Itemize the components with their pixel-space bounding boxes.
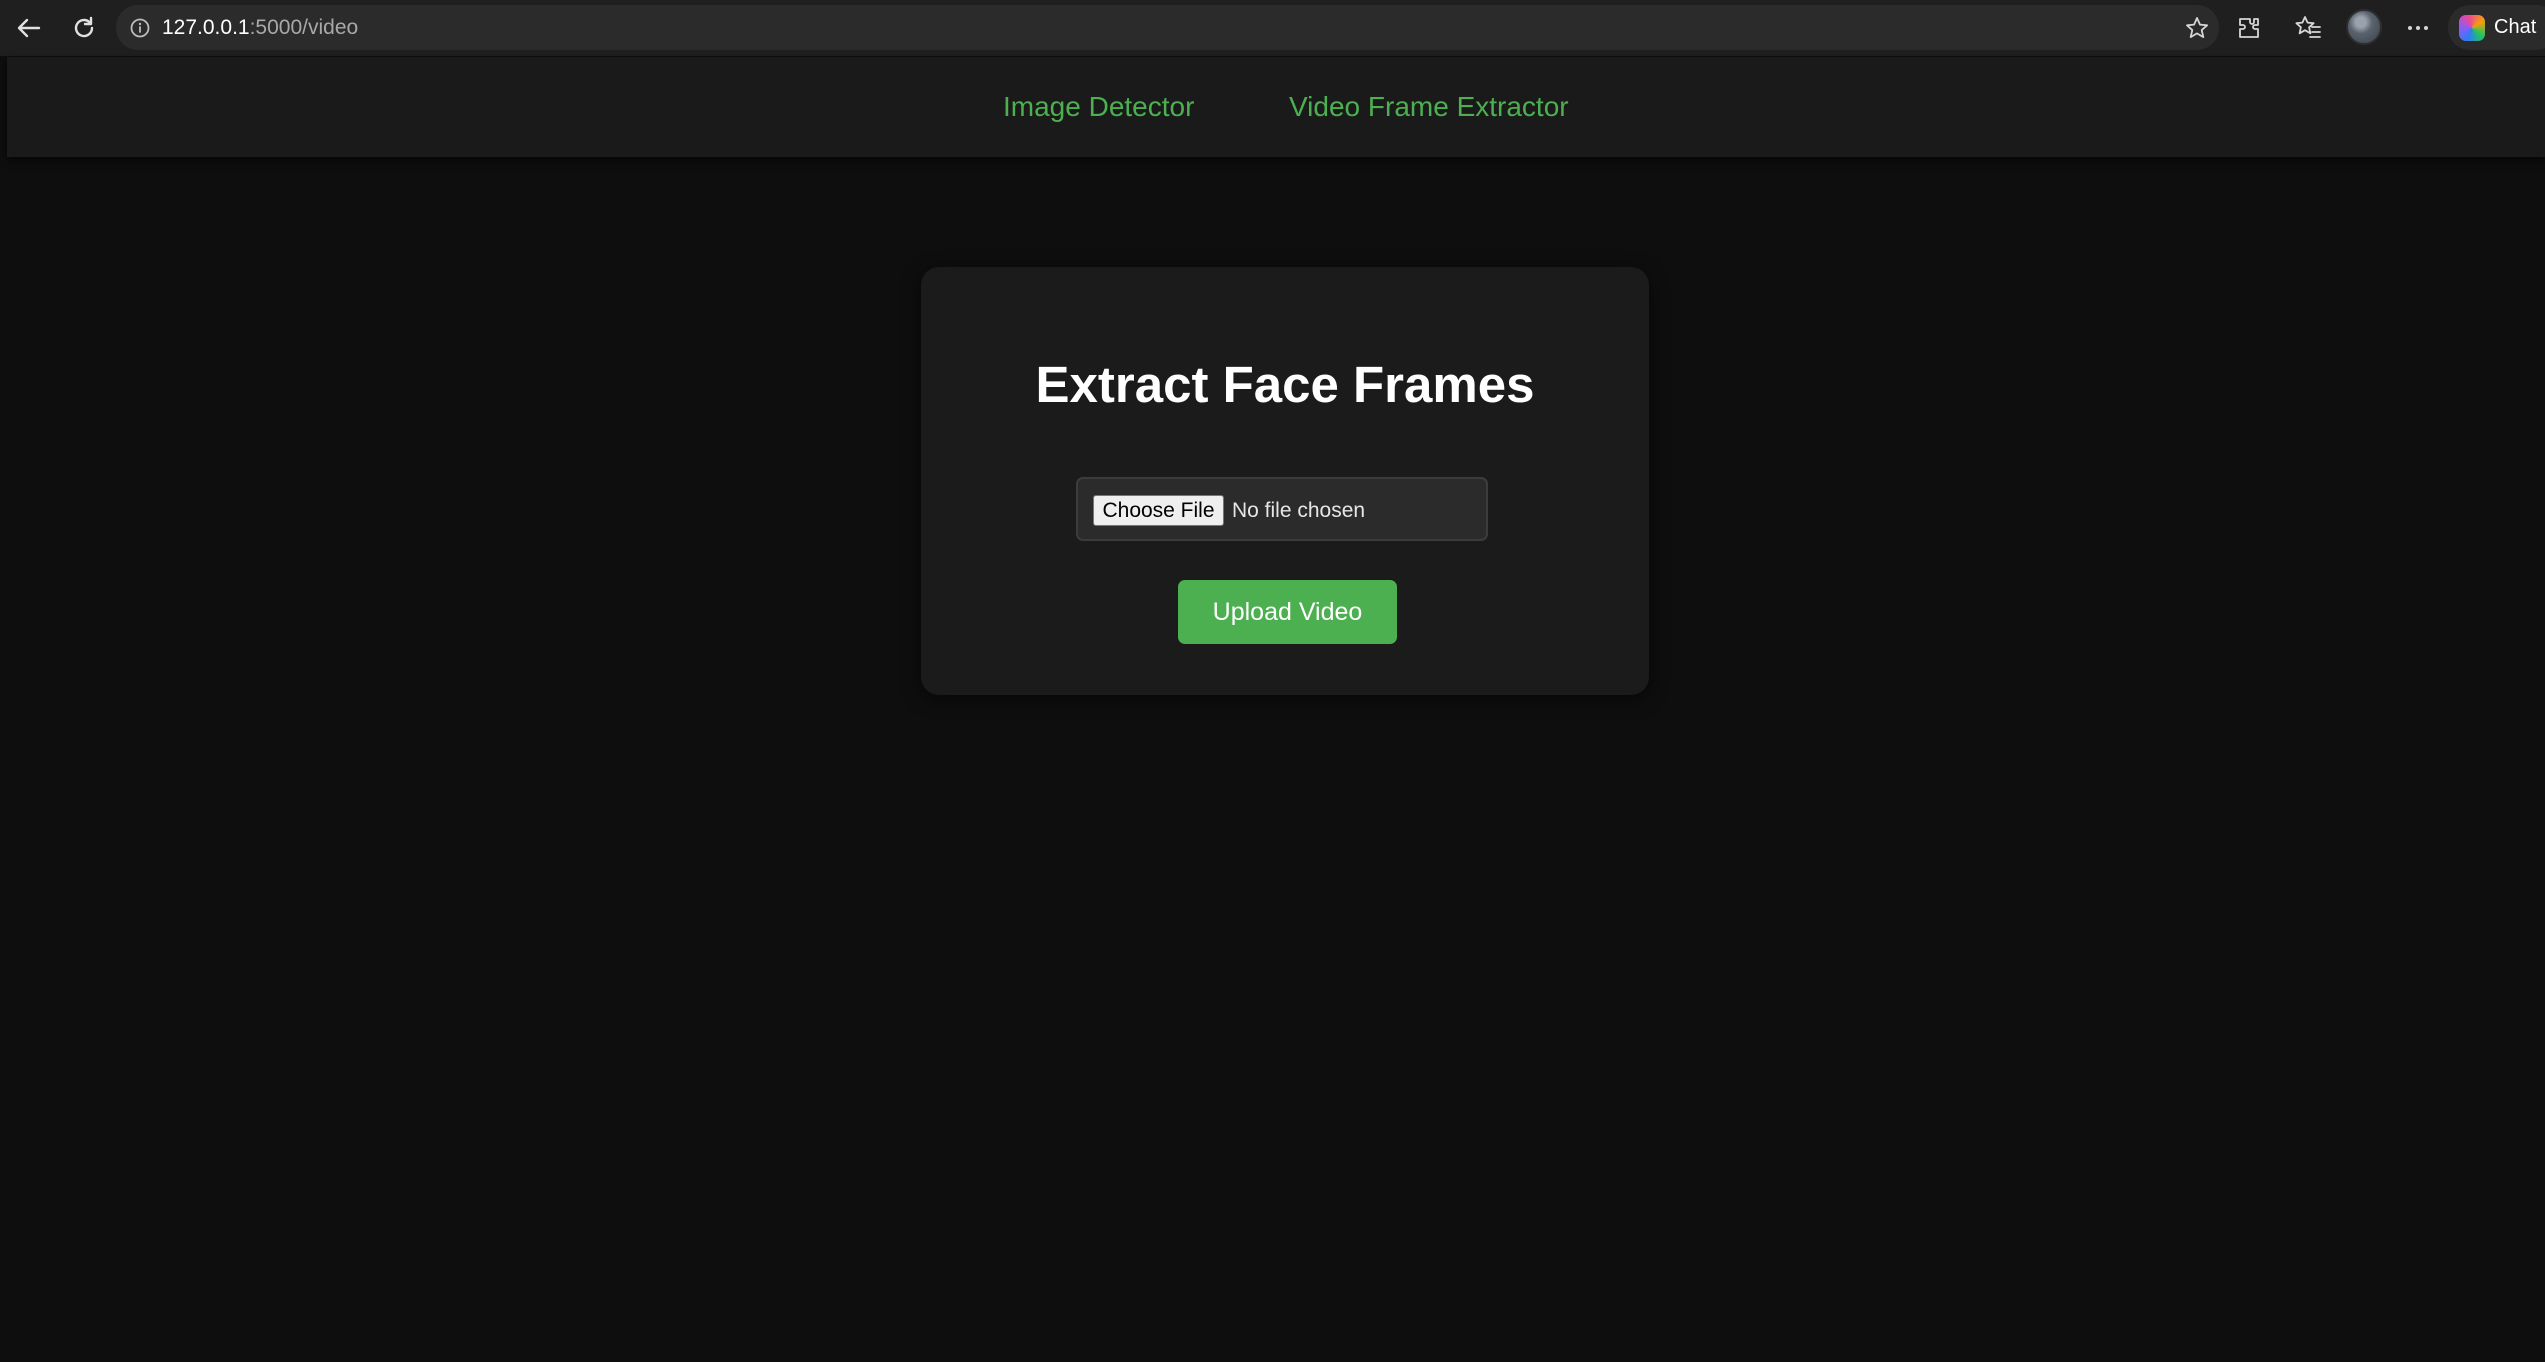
address-bar[interactable]: 127.0.0.1:5000/video: [116, 5, 2219, 50]
choose-file-button[interactable]: Choose File: [1093, 495, 1224, 526]
page-viewport: Image Detector Video Frame Extractor Ext…: [7, 57, 2545, 1362]
copilot-icon: [2459, 15, 2485, 41]
url-text[interactable]: 127.0.0.1:5000/video: [162, 5, 358, 50]
copilot-label: Chat: [2494, 16, 2537, 38]
star-icon: [2186, 17, 2208, 38]
video-file-input[interactable]: Choose File No file chosen: [1076, 477, 1488, 541]
favorite-button[interactable]: [2183, 14, 2211, 42]
nav-link-video-frame-extractor[interactable]: Video Frame Extractor: [1289, 57, 1569, 157]
more-icon: [2408, 26, 2428, 30]
favorites-icon: [2295, 16, 2321, 38]
refresh-icon: [74, 16, 94, 38]
copilot-chat-button[interactable]: Chat: [2448, 5, 2545, 50]
nav-link-image-detector[interactable]: Image Detector: [1003, 57, 1194, 157]
info-icon: [130, 18, 150, 38]
upload-card: Extract Face Frames Choose File No file …: [921, 267, 1649, 695]
extensions-button[interactable]: [2231, 10, 2267, 46]
profile-avatar[interactable]: [2346, 9, 2382, 45]
upload-video-button[interactable]: Upload Video: [1178, 580, 1397, 644]
site-navbar: Image Detector Video Frame Extractor: [7, 57, 2545, 157]
refresh-button[interactable]: [66, 10, 102, 46]
url-path: :5000/video: [249, 16, 359, 39]
back-button[interactable]: [11, 10, 47, 46]
back-arrow-icon: [17, 18, 41, 38]
file-status-text: No file chosen: [1232, 499, 1366, 522]
url-host: 127.0.0.1: [162, 16, 250, 39]
more-button[interactable]: [2400, 10, 2436, 46]
extensions-icon: [2239, 18, 2259, 38]
favorites-button[interactable]: [2290, 10, 2326, 46]
site-info-button[interactable]: [126, 14, 154, 42]
browser-toolbar: 127.0.0.1:5000/video Chat: [0, 0, 2545, 56]
page-title: Extract Face Frames: [1035, 356, 1535, 413]
